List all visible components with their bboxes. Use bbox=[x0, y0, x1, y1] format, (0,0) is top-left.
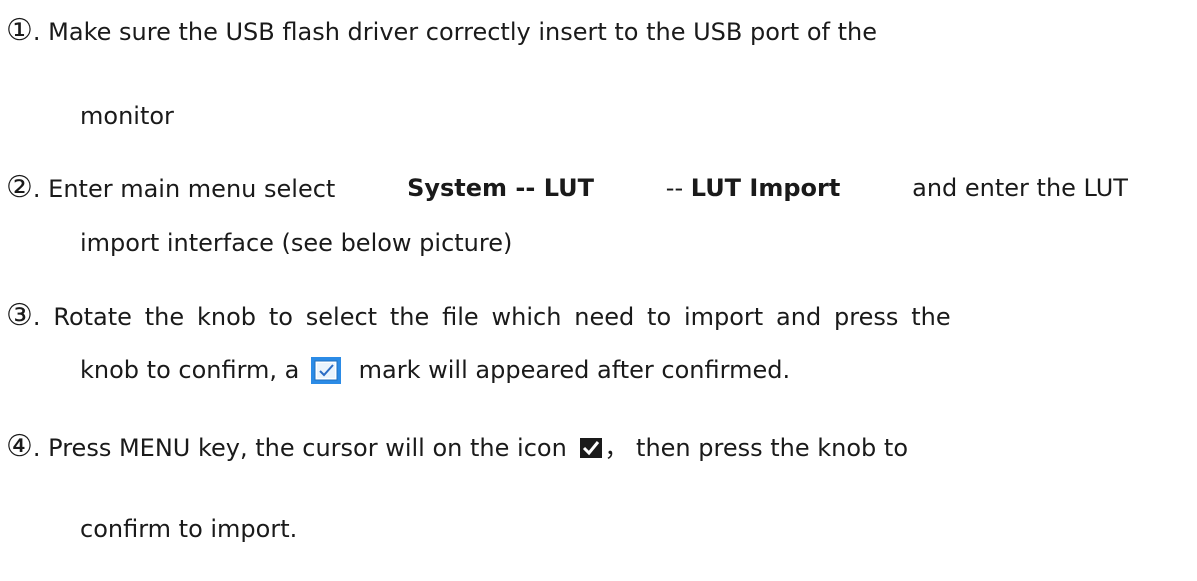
step-3-text: . Rotate the knob to select the file whi… bbox=[32, 303, 951, 331]
step-1-text: . Make sure the USB flash driver correct… bbox=[32, 18, 877, 46]
step-4-text-b: ， then press the knob to bbox=[604, 434, 909, 462]
step-2-bold-lut-import: LUT Import bbox=[690, 174, 841, 202]
step-1-line-2: monitor bbox=[80, 102, 174, 130]
step-2-text-b: and enter the LUT bbox=[912, 174, 1128, 202]
step-3-line-2: knob to confirm, a mark will appeared af… bbox=[80, 355, 790, 385]
step-3-text-b: mark will appeared after confirmed. bbox=[358, 356, 791, 384]
step-4-marker: ④ bbox=[6, 429, 33, 464]
step-3-line-1: ③. Rotate the knob to select the file wh… bbox=[6, 301, 1128, 332]
step-3-text-a: knob to confirm, a bbox=[80, 356, 300, 384]
step-2-text-a: . Enter main menu select bbox=[32, 175, 336, 203]
step-2-line-1: ②. Enter main menu select System -- LUT … bbox=[6, 173, 1128, 204]
step-3-marker: ③ bbox=[6, 298, 33, 333]
step-2-line-2: import interface (see below picture) bbox=[80, 229, 513, 257]
step-4-line-2: confirm to import. bbox=[80, 515, 298, 543]
step-1-marker: ① bbox=[6, 13, 33, 48]
step-2-bold-system-lut: System -- LUT bbox=[407, 174, 594, 202]
step-2-marker: ② bbox=[6, 170, 33, 205]
checkbox-checked-icon bbox=[311, 357, 342, 384]
step-4-text-a: . Press MENU key, the cursor will on the… bbox=[32, 434, 567, 462]
step-1-line-1: ①. Make sure the USB flash driver correc… bbox=[6, 16, 877, 47]
step-2-separator: -- bbox=[665, 174, 684, 202]
step-4-line-1: ④. Press MENU key, the cursor will on th… bbox=[6, 432, 908, 463]
confirm-check-icon bbox=[580, 435, 603, 458]
